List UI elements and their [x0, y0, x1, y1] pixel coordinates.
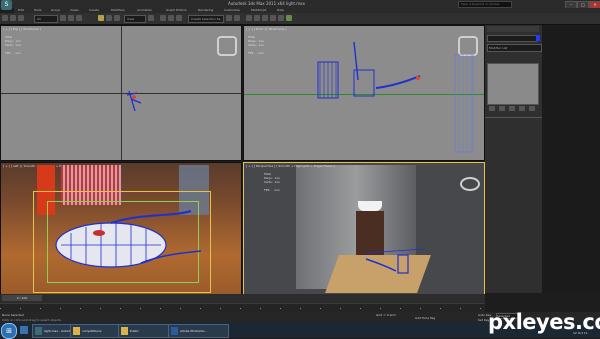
- make-unique-icon[interactable]: [509, 106, 515, 111]
- divider: [485, 117, 542, 118]
- folder-icon: [73, 327, 80, 335]
- time-slider-thumb[interactable]: 0 / 100: [2, 295, 42, 301]
- layer-manager-icon[interactable]: [246, 15, 252, 21]
- configure-modifier-icon[interactable]: [529, 106, 535, 111]
- viewport-perspective[interactable]: [ + ] [ Perspective ] [ Smooth + Highlig…: [243, 162, 485, 295]
- named-selection-dropdown[interactable]: Create Selection Se: [188, 15, 224, 23]
- schematic-view-icon[interactable]: [262, 15, 268, 21]
- selection-status: None Selected: [2, 313, 24, 317]
- link-icon[interactable]: [18, 15, 24, 21]
- align-icon[interactable]: [234, 15, 240, 21]
- viewport-top[interactable]: [ + ] [ Top ] [ Wireframe ] Total Polys:…: [0, 25, 242, 161]
- sink-basin: [358, 201, 382, 211]
- curve-editor-icon[interactable]: [254, 15, 260, 21]
- app-logo-icon[interactable]: S: [1, 0, 12, 10]
- viewport-stats: Total Polys: xxx Verts: xxx FPS: xxx: [264, 172, 280, 192]
- object-color-swatch[interactable]: [536, 35, 540, 41]
- show-end-result-icon[interactable]: [499, 106, 505, 111]
- taskbar-clock[interactable]: 12 Oct 11: [573, 331, 588, 335]
- right-panel-area: [542, 25, 600, 293]
- scale-icon[interactable]: [114, 15, 120, 21]
- mirror-icon[interactable]: [226, 15, 232, 21]
- command-panel: Modifier List: [485, 25, 542, 293]
- time-slider[interactable]: 0 / 100: [0, 294, 485, 303]
- select-object-icon[interactable]: [60, 15, 66, 21]
- search-input[interactable]: Type a keyword or phrase: [458, 1, 512, 8]
- pivot-icon[interactable]: [148, 15, 154, 21]
- wireframe-object[interactable]: [121, 81, 151, 111]
- stack-buttons: [487, 106, 539, 112]
- wireframe-shoe[interactable]: [41, 193, 211, 283]
- move-icon[interactable]: [98, 15, 104, 21]
- viewport-label[interactable]: [ + ] [ Perspective ] [ Smooth + Highlig…: [246, 164, 335, 168]
- folder-icon: [121, 327, 128, 335]
- selection-filter-dropdown[interactable]: All: [34, 15, 58, 23]
- start-button[interactable]: ⊞: [1, 323, 17, 339]
- percent-snap-icon[interactable]: [176, 15, 182, 21]
- wireframe-tower[interactable]: [450, 54, 480, 154]
- grid-size: Grid = 0.0cm: [376, 313, 397, 317]
- viewport-front[interactable]: [ + ] [ Front ] [ Wireframe ] Total Poly…: [243, 25, 485, 161]
- taskbar-item[interactable]: Adobe Photosho...: [168, 324, 229, 338]
- wireframe-scene[interactable]: [314, 40, 454, 120]
- 3dsmax-icon: [35, 327, 42, 335]
- render-icon[interactable]: [286, 15, 292, 21]
- taskbar-item[interactable]: Public: [118, 324, 175, 338]
- main-toolbar: All View Create Selection Se: [0, 13, 600, 25]
- modifier-stack[interactable]: [487, 63, 539, 105]
- reference-coordinate-dropdown[interactable]: View: [124, 15, 146, 23]
- track-ticks: [0, 308, 485, 309]
- redo-icon[interactable]: [10, 15, 16, 21]
- wireframe-object[interactable]: [364, 243, 424, 283]
- select-by-name-icon[interactable]: [68, 15, 74, 21]
- name-field[interactable]: [487, 35, 537, 42]
- rotate-icon[interactable]: [106, 15, 112, 21]
- undo-icon[interactable]: [2, 15, 8, 21]
- snap-icon[interactable]: [160, 15, 166, 21]
- ie-icon[interactable]: [20, 326, 28, 334]
- command-panel-tabs[interactable]: [487, 26, 539, 32]
- window-title: Autodesk 3ds Max 2011 x64 light.max: [228, 1, 305, 6]
- viewport-stats: Total Polys: xxx Verts: xxx FPS: xxx: [248, 35, 264, 55]
- viewport-left[interactable]: [ + ] [ Left ] [ Smooth + Highlights + E…: [0, 162, 242, 295]
- material-editor-icon[interactable]: [270, 15, 276, 21]
- remove-modifier-icon[interactable]: [519, 106, 525, 111]
- viewport-label[interactable]: [ + ] [ Front ] [ Wireframe ]: [246, 27, 286, 31]
- viewport-label[interactable]: [ + ] [ Top ] [ Wireframe ]: [3, 27, 41, 31]
- angle-snap-icon[interactable]: [168, 15, 174, 21]
- viewcube-icon[interactable]: [217, 36, 237, 56]
- viewport-stats: Total Polys: xxx Verts: xxx FPS: xxx: [5, 35, 21, 55]
- pin-stack-icon[interactable]: [489, 106, 495, 111]
- region-select-icon[interactable]: [76, 15, 82, 21]
- render-setup-icon[interactable]: [278, 15, 284, 21]
- viewcube-icon[interactable]: [458, 36, 478, 56]
- viewcube-icon[interactable]: [460, 177, 480, 191]
- add-time-tag-button[interactable]: Add Time Tag: [415, 316, 435, 320]
- modifier-list-dropdown[interactable]: Modifier List: [487, 44, 542, 52]
- photoshop-icon: [171, 327, 178, 335]
